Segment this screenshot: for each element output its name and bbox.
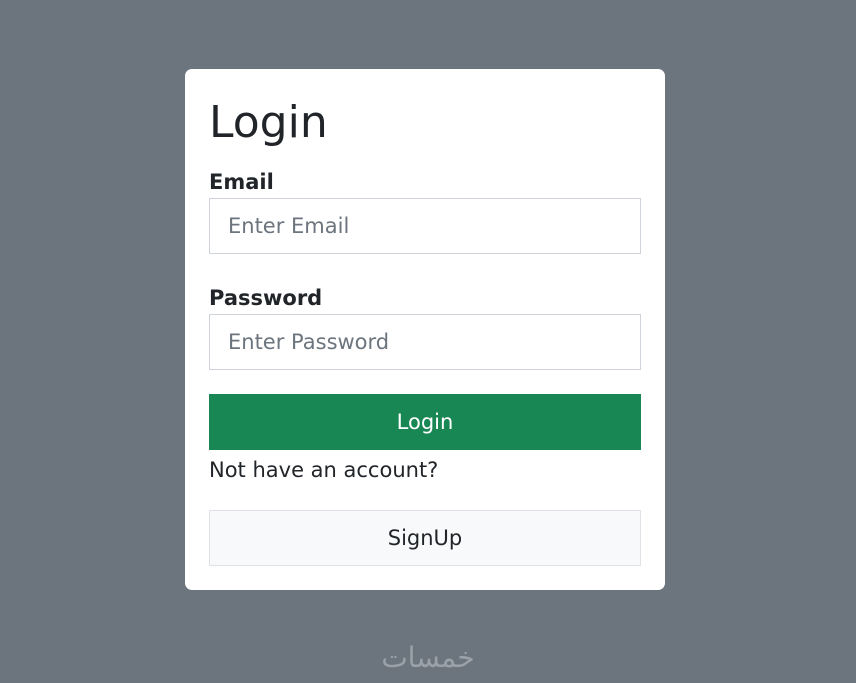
password-field[interactable] (209, 314, 641, 370)
password-label: Password (209, 286, 323, 310)
signup-prompt: Not have an account? (209, 458, 439, 482)
email-label: Email (209, 170, 274, 194)
login-card: Login Email Password Login Not have an a… (185, 69, 665, 590)
page-title: Login (209, 97, 328, 148)
signup-button[interactable]: SignUp (209, 510, 641, 566)
email-field[interactable] (209, 198, 641, 254)
login-button[interactable]: Login (209, 394, 641, 450)
watermark-logo: خمسات (381, 641, 475, 674)
